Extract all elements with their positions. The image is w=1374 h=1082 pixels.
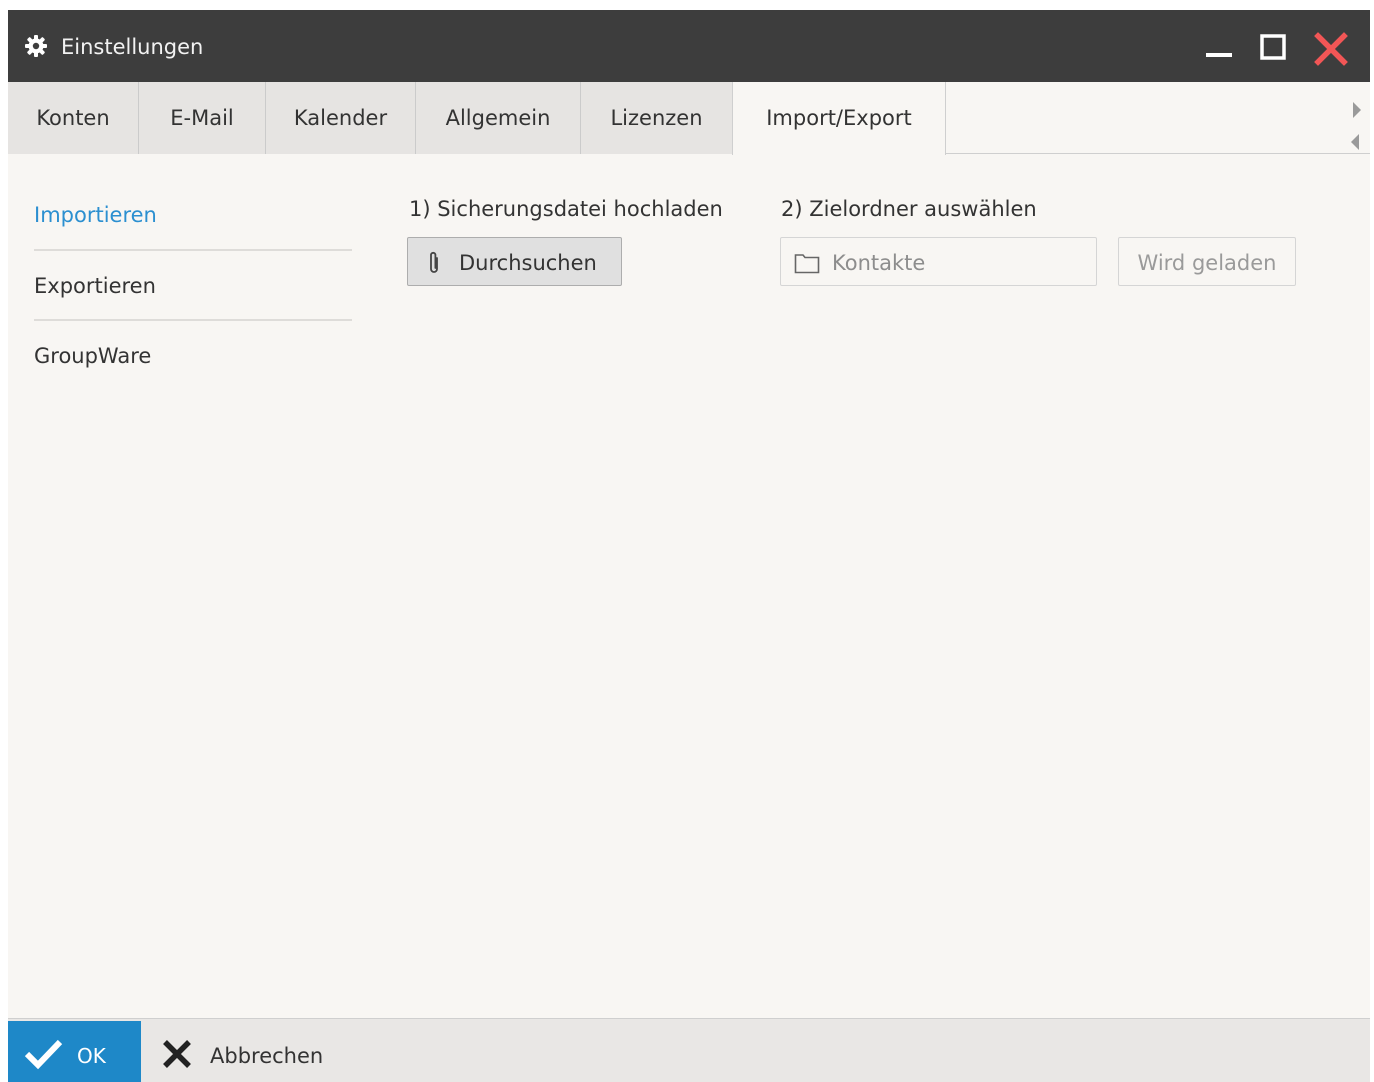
paperclip-icon bbox=[430, 251, 438, 273]
sidebar-item-groupware[interactable]: GroupWare bbox=[34, 337, 352, 407]
title-bar[interactable]: Einstellungen bbox=[8, 10, 1370, 82]
target-folder-value: Kontakte bbox=[832, 251, 926, 275]
sidebar-item-label: Importieren bbox=[34, 203, 157, 227]
minimize-icon bbox=[1206, 53, 1232, 57]
tab-allgemein[interactable]: Allgemein bbox=[416, 82, 581, 154]
close-icon bbox=[1314, 32, 1348, 66]
gear-icon bbox=[25, 35, 47, 57]
tab-label: Konten bbox=[36, 106, 110, 130]
step-target-folder-label: 2) Zielordner auswählen bbox=[781, 197, 1037, 221]
maximize-icon bbox=[1260, 34, 1286, 60]
loading-button-label: Wird geladen bbox=[1137, 251, 1277, 275]
sidebar-item-label: Exportieren bbox=[34, 274, 156, 298]
target-folder-select[interactable]: Kontakte bbox=[780, 237, 1097, 286]
tab-bar: Konten E-Mail Kalender Allgemein Lizenze… bbox=[8, 82, 1370, 155]
ok-button-label: OK bbox=[77, 1044, 106, 1068]
sidebar-divider bbox=[34, 319, 352, 321]
sidebar-item-label: GroupWare bbox=[34, 344, 152, 368]
checkmark-icon bbox=[24, 1039, 63, 1070]
minimize-button[interactable] bbox=[1204, 32, 1234, 62]
tab-import-export[interactable]: Import/Export bbox=[732, 82, 946, 155]
close-button[interactable] bbox=[1314, 32, 1348, 66]
settings-window: Einstellungen Konten E-Mail Kalender All… bbox=[8, 10, 1370, 1082]
sidebar-divider bbox=[34, 249, 352, 251]
tab-kalender[interactable]: Kalender bbox=[266, 82, 416, 154]
sidebar-item-importieren[interactable]: Importieren bbox=[34, 196, 352, 266]
cancel-button[interactable]: Abbrechen bbox=[141, 1021, 341, 1082]
maximize-button[interactable] bbox=[1258, 32, 1288, 62]
loading-button[interactable]: Wird geladen bbox=[1118, 237, 1296, 286]
tab-label: Kalender bbox=[293, 106, 388, 130]
folder-icon bbox=[794, 254, 820, 274]
scroll-right-icon[interactable] bbox=[1350, 100, 1364, 120]
browse-button[interactable]: Durchsuchen bbox=[407, 237, 622, 286]
tab-e-mail[interactable]: E-Mail bbox=[139, 82, 266, 154]
tab-lizenzen[interactable]: Lizenzen bbox=[581, 82, 733, 154]
cancel-button-label: Abbrechen bbox=[210, 1044, 324, 1068]
dialog-footer: OK Abbrechen bbox=[8, 1018, 1370, 1082]
step-upload-label: 1) Sicherungsdatei hochladen bbox=[409, 197, 723, 221]
tab-label: Import/Export bbox=[766, 106, 912, 130]
window-title: Einstellungen bbox=[61, 35, 204, 59]
browse-button-label: Durchsuchen bbox=[459, 251, 597, 275]
scroll-left-icon[interactable] bbox=[1348, 132, 1362, 152]
ok-button[interactable]: OK bbox=[8, 1021, 141, 1082]
close-icon bbox=[163, 1040, 191, 1068]
tab-label: Lizenzen bbox=[610, 106, 703, 130]
tab-label: E-Mail bbox=[170, 106, 234, 130]
tab-konten[interactable]: Konten bbox=[8, 82, 139, 154]
sidebar-item-exportieren[interactable]: Exportieren bbox=[34, 267, 352, 337]
tab-label: Allgemein bbox=[445, 106, 551, 130]
